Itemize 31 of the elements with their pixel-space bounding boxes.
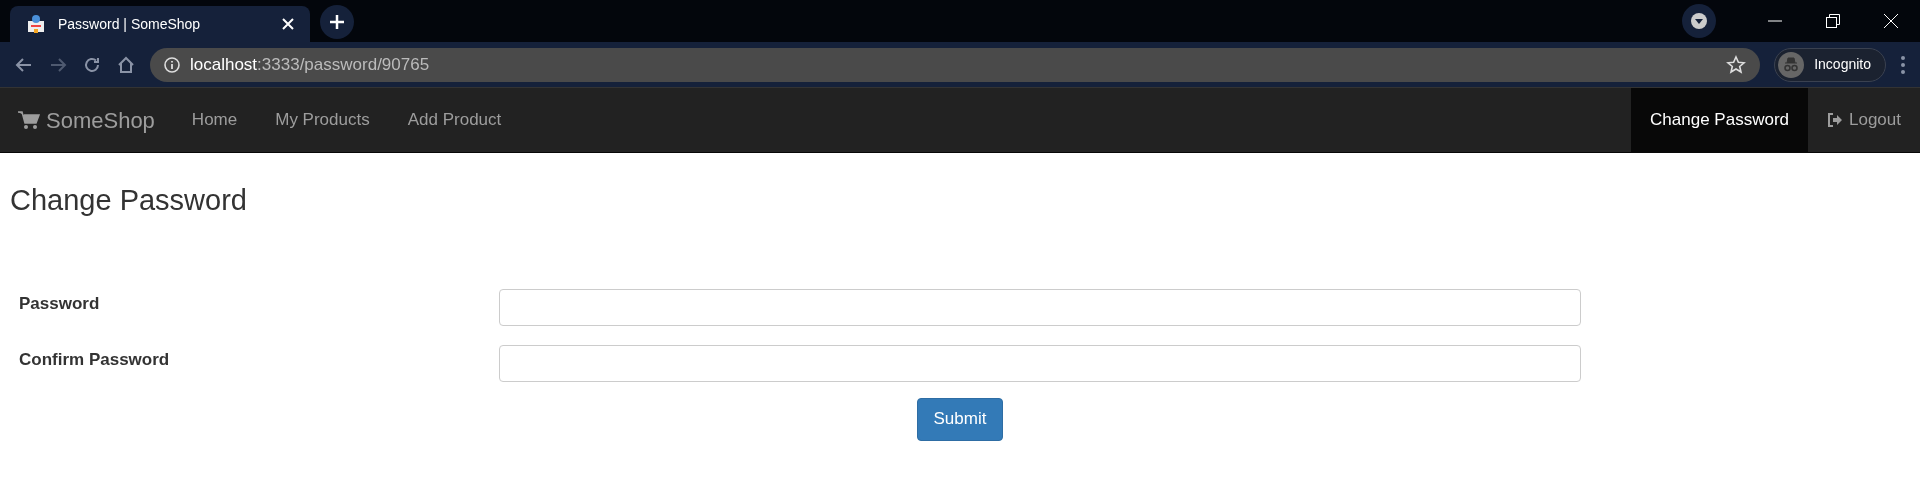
nav-link[interactable]: My Products	[256, 88, 389, 152]
extension-icon[interactable]	[1682, 4, 1716, 38]
new-tab-button[interactable]	[320, 5, 354, 39]
logout-icon	[1827, 112, 1843, 128]
profile-button[interactable]: Incognito	[1774, 47, 1886, 82]
restore-icon[interactable]	[1826, 14, 1840, 28]
close-icon[interactable]	[1884, 14, 1898, 28]
field-label: Confirm Password	[19, 348, 171, 371]
nav-link[interactable]: Add Product	[388, 88, 521, 152]
brand-link[interactable]: SomeShop	[0, 88, 173, 152]
plus-icon	[329, 14, 345, 30]
page-heading: Change Password	[10, 183, 247, 218]
menu-icon[interactable]	[1900, 54, 1906, 75]
field-label: Password	[19, 292, 101, 315]
incognito-icon	[1778, 51, 1805, 78]
password-field[interactable]	[499, 288, 1581, 326]
password-field[interactable]	[499, 344, 1581, 382]
browser-tab[interactable]: Password | SomeShop	[10, 6, 310, 42]
nav-link[interactable]: Home	[172, 88, 257, 152]
nav-link[interactable]: Logout	[1808, 88, 1920, 152]
cart-icon	[18, 110, 40, 130]
favicon-icon	[26, 14, 46, 34]
address-bar[interactable]: localhost:3333/password/90765	[150, 47, 1761, 82]
tab-title: Password | SomeShop	[58, 14, 202, 34]
star-icon[interactable]	[1726, 54, 1747, 75]
nav-link[interactable]: Change Password	[1631, 88, 1808, 152]
url-text: localhost:3333/password/90765	[190, 53, 431, 76]
home-icon[interactable]	[116, 54, 136, 75]
submit-button[interactable]: Submit	[917, 397, 1003, 441]
close-icon[interactable]	[282, 18, 294, 30]
info-icon	[164, 56, 180, 73]
